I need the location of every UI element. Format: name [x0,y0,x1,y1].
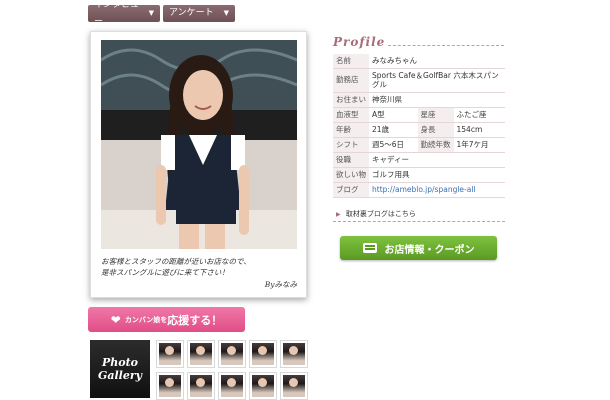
thumbnail-image [252,343,274,365]
gallery-thumbnail[interactable] [249,372,277,400]
row-value: キャディー [369,152,505,168]
gallery-line-1: Photo [101,356,139,369]
message-line-2: 是非スパングルに遊びに来て下さい！ [101,268,229,277]
heart-icon: ❤ [110,312,121,327]
thumbnail-image [221,343,243,365]
gallery-thumbnail[interactable] [218,372,246,400]
tab-survey-label: アンケート [169,8,214,18]
gallery-thumbnail[interactable] [249,340,277,368]
row-value: A型 [369,107,418,123]
row-value: ゴルフ用具 [369,167,505,183]
row-label: 勤務店 [333,68,369,93]
table-row: 欲しい物 ゴルフ用具 [333,167,505,183]
gallery-thumbnail[interactable] [156,372,184,400]
row-label: 名前 [333,54,369,69]
blog-link-label: 取材裏ブログはこちら [345,210,416,218]
triangle-right-icon: ▶ [336,211,341,218]
photo-gallery-tile[interactable]: Photo Gallery [90,340,150,398]
table-row: 血液型 A型 星座 ふたご座 [333,107,505,123]
row-value: 週5～6日 [369,137,418,153]
tab-survey[interactable]: アンケート ▼ [163,5,235,22]
polaroid-card: お客様とスタッフの距離が近いお店なので、 是非スパングルに遊びに来て下さい！ B… [90,31,307,298]
row-label: 欲しい物 [333,167,369,183]
table-row: ブログ http://ameblo.jp/spangle-all [333,182,505,198]
gallery-thumbnail[interactable] [156,340,184,368]
behind-scenes-blog-link[interactable]: ▶ 取材裏ブログはこちら [336,209,416,219]
thumbnail-image [159,343,181,365]
table-row: お住まい 神奈川県 [333,92,505,108]
row-value-2: ふたご座 [453,107,505,123]
table-row: 役職 キャディー [333,152,505,168]
row-label: 年齢 [333,122,369,138]
thumbnail-image [252,375,274,397]
table-row: 年齢 21歳 身長 154cm [333,122,505,138]
message-line-1: お客様とスタッフの距離が近いお店なので、 [101,257,251,266]
row-value: みなみちゃん [369,54,505,69]
thumbnail-image [221,375,243,397]
row-label-2: 身長 [417,122,454,138]
gallery-line-2: Gallery [97,369,143,382]
support-small-label: カンバン娘を [124,315,168,324]
gallery-thumbnail[interactable] [218,340,246,368]
blog-url-link[interactable]: http://ameblo.jp/spangle-all [372,185,476,194]
blog-url-cell: http://ameblo.jp/spangle-all [369,182,505,198]
tab-interview-label: インタビュー [94,0,140,27]
shop-info-label: お店情報・クーポン [384,244,475,256]
row-label: シフト [333,137,369,153]
profile-bottom-divider [333,221,505,222]
gallery-thumbnail[interactable] [187,340,215,368]
table-row: 名前 みなみちゃん [333,54,505,69]
row-label-2: 星座 [417,107,454,123]
row-value: 21歳 [369,122,418,138]
thumbnail-image [283,375,305,397]
profile-heading: Profile [333,35,386,49]
row-value: 神奈川県 [369,92,505,108]
signature: Byみなみ [264,280,297,289]
row-label: ブログ [333,182,369,198]
row-label: 役職 [333,152,369,168]
gallery-thumbnail[interactable] [280,372,308,400]
chevron-down-icon: ▼ [148,9,154,17]
row-label-2: 勤続年数 [417,137,454,153]
gallery-thumbnail[interactable] [280,340,308,368]
tab-interview[interactable]: インタビュー ▼ [88,0,160,27]
thumbnail-image [190,343,212,365]
row-label: 血液型 [333,107,369,123]
support-button[interactable]: ❤ カンバン娘を 応援する！ [88,307,245,332]
top-nav: インタビュー ▼ アンケート ▼ [88,0,235,27]
table-row: シフト 週5～6日 勤続年数 1年7ケ月 [333,137,505,153]
profile-photo-illustration [101,40,297,249]
ticket-icon [362,243,377,253]
thumbnail-image [190,375,212,397]
profile-table: 名前 みなみちゃん 勤務店 Sports Cafe＆GolfBar 六本木スパン… [333,54,505,198]
row-value-2: 154cm [453,122,505,138]
thumbnail-image [283,343,305,365]
table-row: 勤務店 Sports Cafe＆GolfBar 六本木スパングル [333,68,505,93]
row-value: Sports Cafe＆GolfBar 六本木スパングル [369,68,505,93]
handwritten-message: お客様とスタッフの距離が近いお店なので、 是非スパングルに遊びに来て下さい！ B… [101,256,297,290]
shop-info-coupon-button[interactable]: お店情報・クーポン [340,236,497,260]
thumbnail-image [159,375,181,397]
support-big-label: 応援する！ [167,313,223,327]
profile-photo [101,40,297,249]
row-value-2: 1年7ケ月 [453,137,505,153]
chevron-down-icon: ▼ [223,9,229,17]
heading-divider [388,45,504,47]
gallery-thumbnail[interactable] [187,372,215,400]
row-label: お住まい [333,92,369,108]
